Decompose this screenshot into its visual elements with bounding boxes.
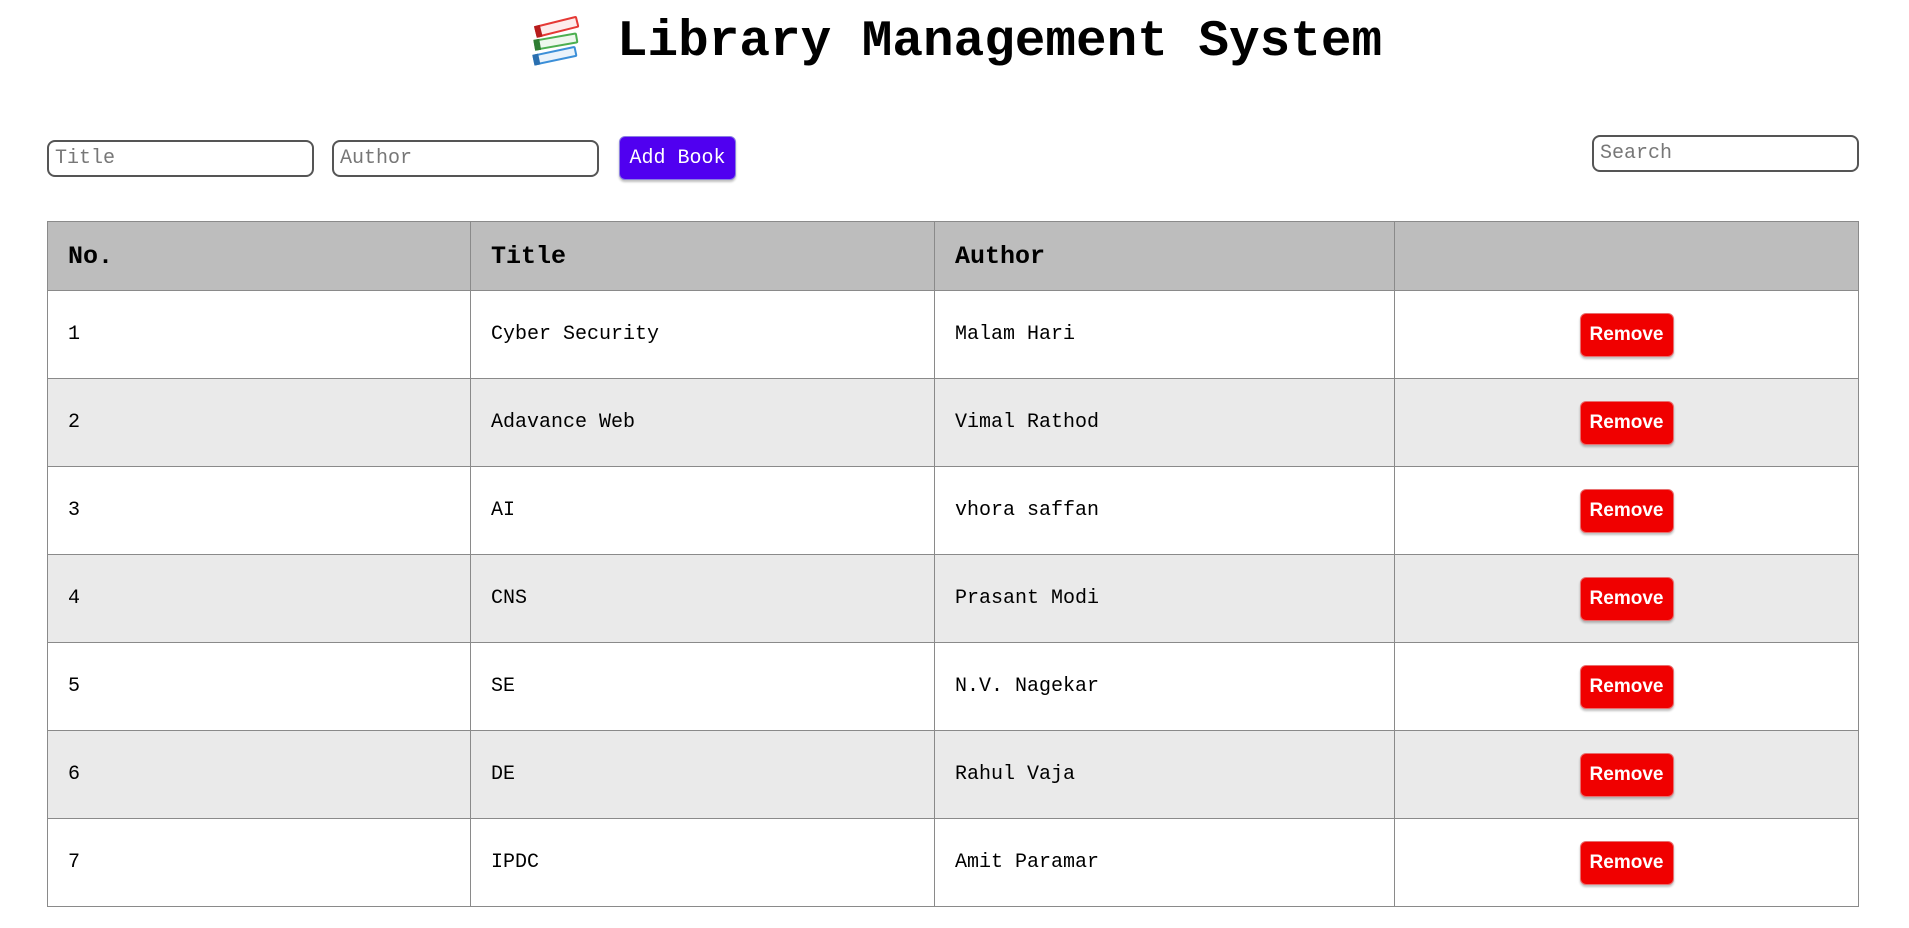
- page-title: Library Management System: [616, 14, 1383, 71]
- action-cell: Remove: [1394, 378, 1859, 467]
- action-cell: Remove: [1394, 466, 1859, 555]
- action-cell: Remove: [1394, 818, 1859, 907]
- action-cell: Remove: [1394, 554, 1859, 643]
- book-number: 1: [47, 290, 471, 379]
- book-title: AI: [470, 466, 935, 555]
- remove-button[interactable]: Remove: [1579, 752, 1674, 797]
- action-cell: Remove: [1394, 730, 1859, 819]
- action-cell: Remove: [1394, 642, 1859, 731]
- author-input[interactable]: [332, 139, 599, 177]
- table-row: 7 IPDC Amit Paramar Remove: [47, 818, 1859, 907]
- book-title: Adavance Web: [470, 378, 935, 467]
- remove-button[interactable]: Remove: [1579, 576, 1674, 621]
- action-cell: Remove: [1394, 290, 1859, 379]
- book-author: vhora saffan: [934, 466, 1395, 555]
- table-row: 2 Adavance Web Vimal Rathod Remove: [47, 378, 1859, 467]
- table-row: 3 AI vhora saffan Remove: [47, 466, 1859, 555]
- book-author: Amit Paramar: [934, 818, 1395, 907]
- book-number: 3: [47, 466, 471, 555]
- table-header-row: No. Title Author: [47, 221, 1859, 291]
- book-title: CNS: [470, 554, 935, 643]
- book-author: N.V. Nagekar: [934, 642, 1395, 731]
- book-number: 4: [47, 554, 471, 643]
- title-input[interactable]: [47, 139, 314, 177]
- book-title: SE: [470, 642, 935, 731]
- remove-button[interactable]: Remove: [1579, 664, 1674, 709]
- book-number: 5: [47, 642, 471, 731]
- page-header: Library Management System: [0, 8, 1909, 78]
- book-author: Prasant Modi: [934, 554, 1395, 643]
- column-header-action: [1394, 221, 1859, 291]
- book-title: IPDC: [470, 818, 935, 907]
- book-author: Vimal Rathod: [934, 378, 1395, 467]
- books-icon: [527, 12, 585, 70]
- add-book-button[interactable]: Add Book: [619, 136, 736, 180]
- add-book-form: Add Book: [47, 136, 736, 180]
- book-number: 6: [47, 730, 471, 819]
- search-input[interactable]: [1592, 135, 1859, 172]
- library-page: Library Management System Add Book No. T…: [0, 0, 1909, 928]
- book-title: Cyber Security: [470, 290, 935, 379]
- book-title: DE: [470, 730, 935, 819]
- books-table: No. Title Author 1 Cyber Security Malam …: [47, 221, 1859, 907]
- book-author: Malam Hari: [934, 290, 1395, 379]
- table-row: 1 Cyber Security Malam Hari Remove: [47, 290, 1859, 379]
- remove-button[interactable]: Remove: [1579, 312, 1674, 357]
- book-number: 2: [47, 378, 471, 467]
- remove-button[interactable]: Remove: [1579, 400, 1674, 445]
- table-row: 6 DE Rahul Vaja Remove: [47, 730, 1859, 819]
- remove-button[interactable]: Remove: [1579, 840, 1674, 885]
- remove-button[interactable]: Remove: [1579, 488, 1674, 533]
- column-header-author: Author: [934, 221, 1395, 291]
- column-header-no: No.: [47, 221, 471, 291]
- column-header-title: Title: [470, 221, 935, 291]
- book-author: Rahul Vaja: [934, 730, 1395, 819]
- table-row: 5 SE N.V. Nagekar Remove: [47, 642, 1859, 731]
- table-row: 4 CNS Prasant Modi Remove: [47, 554, 1859, 643]
- book-number: 7: [47, 818, 471, 907]
